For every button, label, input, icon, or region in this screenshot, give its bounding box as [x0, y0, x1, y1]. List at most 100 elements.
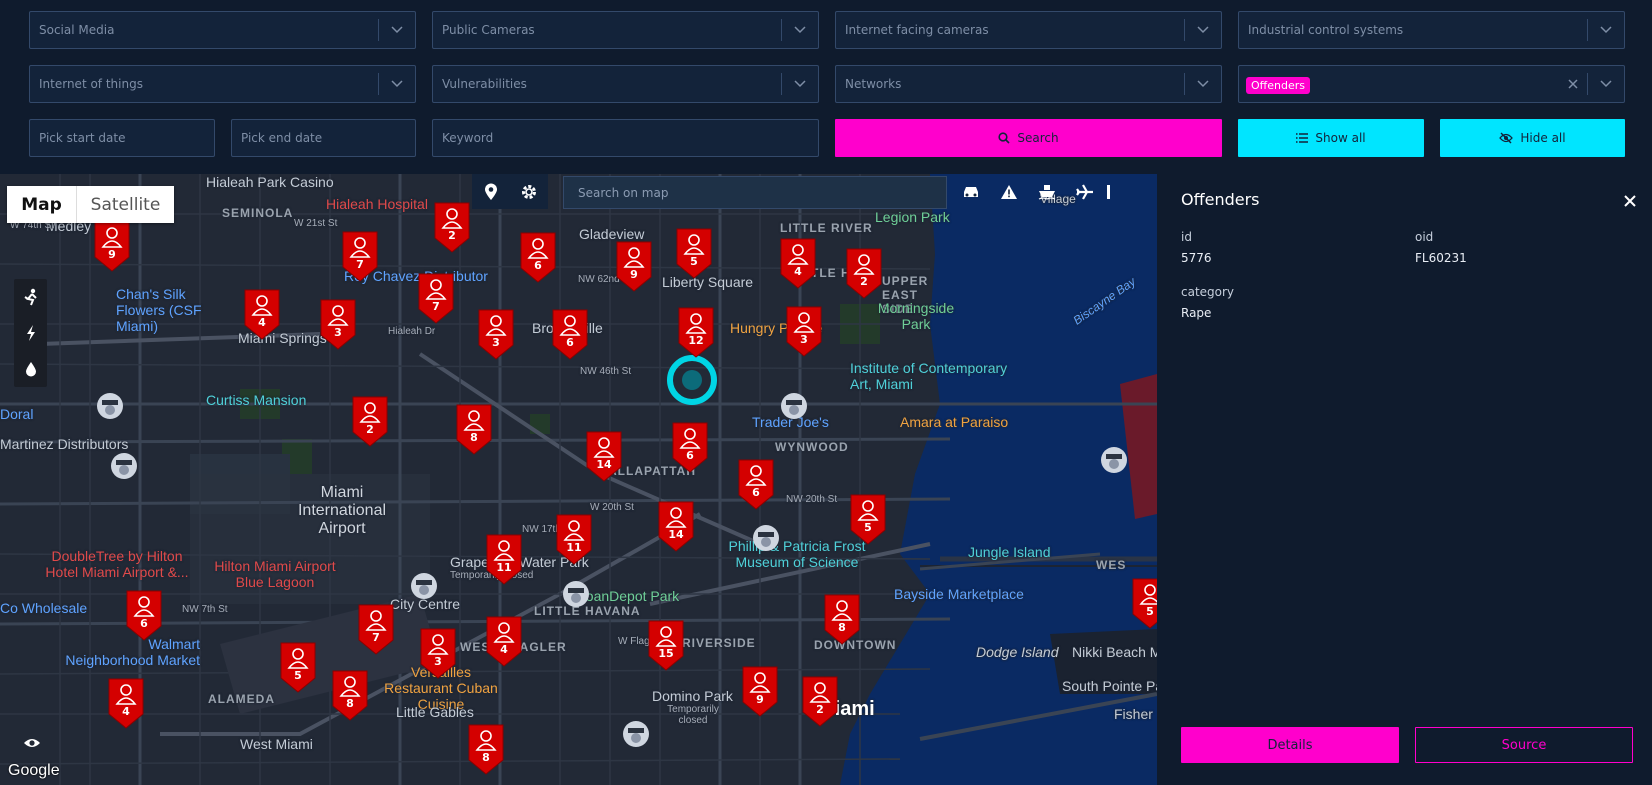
lightning-icon[interactable]: [14, 315, 47, 351]
dropdown-placeholder: Networks: [845, 77, 902, 91]
internet-of-things-dropdown[interactable]: Internet of things: [29, 65, 416, 103]
offender-cluster-marker[interactable]: 2: [350, 394, 390, 448]
offender-cluster-marker[interactable]: 8: [330, 668, 370, 722]
end-date-input[interactable]: Pick end date: [231, 119, 416, 157]
offender-cluster-marker[interactable]: 3: [784, 304, 824, 358]
offender-cluster-marker[interactable]: 8: [454, 402, 494, 456]
offender-marker[interactable]: [752, 524, 780, 552]
offender-cluster-marker[interactable]: 6: [124, 588, 164, 642]
offender-cluster-marker[interactable]: 12: [676, 305, 716, 359]
offender-cluster-marker[interactable]: 8: [822, 592, 862, 646]
map-type-satellite-button[interactable]: Satellite: [77, 186, 174, 223]
offender-cluster-marker[interactable]: 5: [278, 640, 318, 694]
map-type-map-button[interactable]: Map: [7, 186, 77, 223]
offender-marker[interactable]: [96, 392, 124, 420]
internet-facing-cameras-dropdown[interactable]: Internet facing cameras: [835, 11, 1222, 49]
ship-icon[interactable]: [1028, 174, 1066, 209]
map-view[interactable]: Hialeah Park Casino Hialeah Hospital Med…: [0, 174, 1157, 785]
start-date-input[interactable]: Pick start date: [29, 119, 215, 157]
chevron-down-icon[interactable]: [379, 80, 415, 88]
offender-marker[interactable]: [410, 572, 438, 600]
map-label: Amara at Paraiso: [900, 414, 1009, 430]
water-drop-icon[interactable]: [14, 351, 47, 387]
offender-cluster-marker[interactable]: 6: [670, 420, 710, 474]
offender-cluster-marker[interactable]: 9: [614, 239, 654, 293]
hide-all-button[interactable]: Hide all: [1440, 119, 1625, 157]
map-type-control: Map Satellite: [7, 186, 174, 223]
offender-cluster-marker[interactable]: 2: [432, 200, 472, 254]
chevron-down-icon[interactable]: [782, 80, 818, 88]
offender-cluster-marker[interactable]: 14: [584, 429, 624, 483]
offender-cluster-marker[interactable]: 7: [356, 602, 396, 656]
offender-cluster-marker[interactable]: 6: [550, 307, 590, 361]
map-label: NW 46th St: [580, 366, 632, 377]
offender-cluster-marker[interactable]: 2: [800, 674, 840, 728]
more-icon[interactable]: [1104, 174, 1114, 209]
cluster-pin-icon: [802, 676, 838, 727]
offender-cluster-marker[interactable]: 4: [242, 287, 282, 341]
offender-marker[interactable]: [1100, 446, 1128, 474]
social-media-dropdown[interactable]: Social Media: [29, 11, 416, 49]
location-pin-icon[interactable]: [472, 174, 510, 209]
cluster-count: 5: [294, 669, 302, 682]
offender-marker[interactable]: [110, 452, 138, 480]
source-button[interactable]: Source: [1415, 727, 1633, 763]
offender-cluster-marker[interactable]: 11: [484, 532, 524, 586]
chevron-down-icon[interactable]: [1588, 80, 1624, 88]
networks-dropdown[interactable]: Networks: [835, 65, 1222, 103]
offender-cluster-marker[interactable]: 3: [318, 297, 358, 351]
public-cameras-dropdown[interactable]: Public Cameras: [432, 11, 819, 49]
cluster-pin-icon: [352, 396, 388, 447]
offender-cluster-marker[interactable]: 3: [476, 307, 516, 361]
offender-cluster-marker[interactable]: 7: [340, 229, 380, 283]
offender-cluster-marker[interactable]: 3: [418, 626, 458, 680]
offender-marker[interactable]: [780, 392, 808, 420]
clear-icon[interactable]: [1559, 79, 1587, 89]
airplane-icon[interactable]: [1066, 174, 1104, 209]
cluster-count: 3: [434, 655, 442, 668]
car-icon[interactable]: [952, 174, 990, 209]
map-label: ALAMEDA: [208, 692, 275, 706]
offender-cluster-marker[interactable]: 6: [518, 230, 558, 284]
offender-cluster-marker[interactable]: 2: [844, 246, 884, 300]
offender-cluster-marker[interactable]: 7: [416, 271, 456, 325]
offender-cluster-marker[interactable]: 5: [1130, 576, 1157, 630]
offender-marker[interactable]: [562, 580, 590, 608]
offender-cluster-marker[interactable]: 5: [848, 492, 888, 546]
run-icon[interactable]: [14, 279, 47, 315]
visibility-toggle-icon[interactable]: [18, 729, 46, 757]
offender-cluster-marker[interactable]: 14: [656, 499, 696, 553]
offender-cluster-marker[interactable]: 9: [92, 219, 132, 273]
chevron-down-icon[interactable]: [379, 26, 415, 34]
chevron-down-icon[interactable]: [1185, 26, 1221, 34]
offender-cluster-marker[interactable]: 8: [466, 722, 506, 776]
offender-cluster-marker[interactable]: 6: [736, 457, 776, 511]
offender-cluster-marker[interactable]: 9: [740, 664, 780, 718]
chevron-down-icon[interactable]: [782, 26, 818, 34]
show-all-button[interactable]: Show all: [1238, 119, 1424, 157]
offender-cluster-marker[interactable]: 4: [778, 236, 818, 290]
offender-marker[interactable]: [622, 720, 650, 748]
offender-cluster-marker[interactable]: 15: [646, 618, 686, 672]
map-search-input[interactable]: Search on map: [563, 176, 947, 209]
details-button[interactable]: Details: [1181, 727, 1399, 763]
offender-cluster-marker[interactable]: 4: [484, 614, 524, 668]
chevron-down-icon[interactable]: [1185, 80, 1221, 88]
offenders-chip[interactable]: Offenders: [1246, 77, 1310, 94]
offenders-dropdown[interactable]: Offenders: [1238, 65, 1625, 103]
warning-icon[interactable]: [990, 174, 1028, 209]
cluster-count: 11: [496, 561, 512, 574]
dropdown-placeholder: Public Cameras: [442, 23, 535, 37]
offender-cluster-marker[interactable]: 4: [106, 676, 146, 730]
industrial-control-systems-dropdown[interactable]: Industrial control systems: [1238, 11, 1625, 49]
gear-icon[interactable]: [510, 174, 548, 209]
keyword-input[interactable]: Keyword: [432, 119, 819, 157]
cluster-count: 15: [658, 647, 674, 660]
vulnerabilities-dropdown[interactable]: Vulnerabilities: [432, 65, 819, 103]
offender-cluster-marker[interactable]: 5: [674, 226, 714, 280]
chevron-down-icon[interactable]: [1588, 26, 1624, 34]
cluster-count: 8: [482, 751, 490, 764]
search-button[interactable]: Search: [835, 119, 1222, 157]
offender-cluster-marker[interactable]: 11: [554, 512, 594, 566]
close-icon[interactable]: [1615, 186, 1645, 216]
